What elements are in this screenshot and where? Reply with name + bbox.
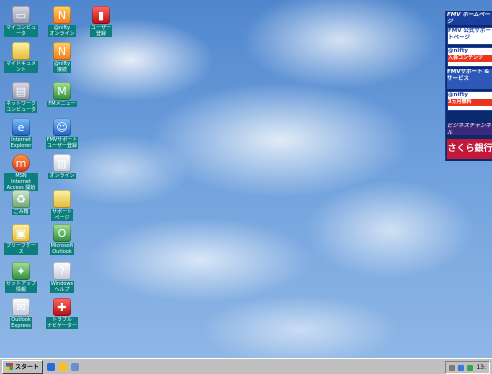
computer-icon: ▭ [12, 6, 30, 24]
msn-icon: m [12, 154, 30, 172]
icon-label: サポート ページ [50, 209, 73, 221]
nifty-strip: 3ヵ月無料 [448, 99, 492, 106]
nifty-banner-1[interactable]: @nifty 入会コンテンツ [447, 47, 492, 67]
briefcase-item[interactable]: ▣ ブリーフケース [4, 224, 38, 255]
system-tray: 13: [445, 361, 490, 374]
divider [447, 114, 492, 119]
volume-icon[interactable] [458, 364, 465, 371]
fm-icon: M [53, 82, 71, 100]
network-icon-item[interactable]: ▤ ネットワーク コンピュータ [4, 82, 38, 113]
fmv-header-link[interactable]: FMV ホームページ [447, 12, 492, 25]
business-channel-link[interactable]: ビジネスチャンネル [447, 123, 492, 135]
icon-label: マイドキュメント [4, 61, 38, 73]
mail-icon: ✉ [12, 298, 30, 316]
msn-access-icon[interactable]: m MSN Internet Access 開始 [4, 154, 38, 191]
nifty-connect-item[interactable]: N @nifty 接続 [45, 42, 79, 73]
people-icon: ☺ [53, 118, 71, 136]
folder-icon [12, 42, 30, 60]
taskbar: スタート 13: [0, 358, 492, 374]
setup-icon: ✦ [12, 262, 30, 280]
nifty-icon: N [53, 42, 71, 60]
icon-label: Internet Explorer [9, 137, 33, 149]
nifty-banner-2[interactable]: @nifty 3ヵ月無料 [447, 91, 492, 111]
recycle-bin-item[interactable]: ♻ ごみ箱 [4, 190, 38, 215]
windows-logo-icon [6, 363, 13, 370]
network-tray-icon[interactable] [449, 364, 456, 371]
icon-label: MSN Internet Access 開始 [4, 173, 38, 191]
icon-label: @nifty 接続 [52, 61, 72, 73]
icon-label: Windows ヘルプ [49, 281, 75, 293]
nifty-online-item[interactable]: N @nifty オンライン [45, 6, 79, 37]
fmv-support-link[interactable]: FMV 公式サポートページ [447, 27, 492, 45]
icon-label: ユーザー 登録 [90, 25, 112, 37]
ie-quicklaunch-icon[interactable] [47, 362, 56, 371]
nifty-title: @nifty [448, 92, 468, 98]
icon-label: マイコンピュータ [4, 25, 38, 37]
windows-help-item[interactable]: ? Windows ヘルプ [45, 262, 79, 293]
icon-label: ネットワーク コンピュータ [4, 101, 37, 113]
icon-label: セットアップ 情報 [4, 281, 37, 293]
network-icon: ▤ [12, 82, 30, 100]
nifty-strip: 入会コンテンツ [448, 55, 492, 62]
icon-label: ブリーフケース [4, 243, 38, 255]
support-page-item[interactable]: サポート ページ [45, 190, 79, 221]
nifty-title: @nifty [448, 48, 468, 54]
trouble-navigator-item[interactable]: ✚ トラブル ナビゲーター [45, 298, 79, 329]
help-icon: ? [53, 262, 71, 280]
clock[interactable]: 13: [476, 364, 486, 371]
icon-label: オンライン [48, 173, 76, 179]
internet-explorer-icon[interactable]: e Internet Explorer [4, 118, 38, 149]
setup-item[interactable]: ✦ セットアップ 情報 [4, 262, 38, 293]
tray-app-icon[interactable] [467, 364, 474, 371]
icon-label: FMメニュー [47, 101, 77, 107]
ie-icon: e [12, 118, 30, 136]
start-button[interactable]: スタート [2, 359, 44, 374]
icon-label: Microsoft Outlook [49, 243, 75, 255]
recycle-bin-icon: ♻ [12, 190, 30, 208]
icon-label: FMVサポート ユーザー登録 [45, 137, 79, 149]
online-item[interactable]: ▥ オンライン [45, 154, 79, 179]
ambulance-icon: ✚ [53, 298, 71, 316]
desktop-quicklaunch-icon[interactable] [71, 362, 80, 371]
mail-quicklaunch-icon[interactable] [59, 362, 68, 371]
icon-label: トラブル ナビゲーター [45, 317, 78, 329]
desktop: ▭ マイコンピュータ マイドキュメント ▤ ネットワーク コンピュータ e In… [0, 0, 492, 358]
briefcase-icon: ▣ [12, 224, 30, 242]
door-icon: ▮ [92, 6, 110, 24]
book-icon: ▥ [53, 154, 71, 172]
my-documents-icon[interactable]: マイドキュメント [4, 42, 38, 73]
icon-label: @nifty オンライン [48, 25, 76, 37]
fmv-service-link[interactable]: FMVサポート & サービス [447, 69, 492, 89]
fmv-ad-panel: FMV ホームページ FMV 公式サポートページ @nifty 入会コンテンツ … [445, 11, 492, 161]
microsoft-outlook-item[interactable]: O Microsoft Outlook [45, 224, 79, 255]
icon-label: ごみ箱 [12, 209, 30, 215]
user-registration-item[interactable]: ▮ ユーザー 登録 [84, 6, 118, 37]
my-computer-icon[interactable]: ▭ マイコンピュータ [4, 6, 38, 37]
sakura-bank-link[interactable]: さくら銀行 [447, 139, 492, 159]
fmv-support-item[interactable]: ☺ FMVサポート ユーザー登録 [45, 118, 79, 149]
start-label: スタート [15, 364, 40, 371]
icon-label: Outlook Express [10, 317, 32, 329]
folder-icon [53, 190, 71, 208]
outlook-icon: O [53, 224, 71, 242]
outlook-express-item[interactable]: ✉ Outlook Express [4, 298, 38, 329]
nifty-icon: N [53, 6, 71, 24]
fm-menu-item[interactable]: M FMメニュー [45, 82, 79, 107]
